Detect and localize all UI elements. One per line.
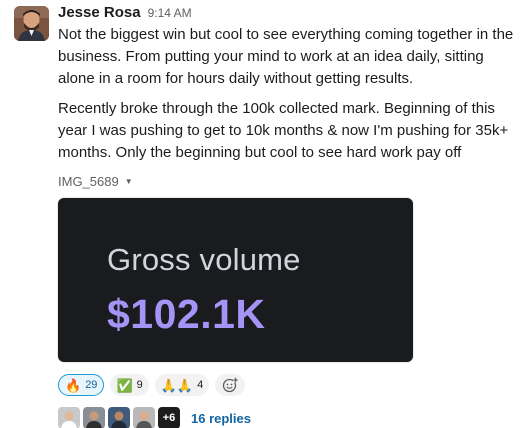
reaction-count: 9 <box>136 379 143 391</box>
author-name[interactable]: Jesse Rosa <box>58 4 141 21</box>
gross-volume-value: $102.1K <box>107 291 266 337</box>
reaction-pray[interactable]: 🙏🙏 4 <box>154 374 210 396</box>
reply-avatar-4[interactable] <box>133 407 155 428</box>
message-timestamp[interactable]: 9:14 AM <box>148 6 192 20</box>
reaction-fire[interactable]: 🔥 29 <box>58 374 105 396</box>
reply-avatar-1[interactable] <box>58 407 80 428</box>
add-emoji-icon <box>223 377 239 393</box>
author-avatar-image <box>14 6 49 41</box>
more-participants-badge[interactable]: +6 <box>158 407 180 428</box>
message-paragraph-1: Not the biggest win but cool to see ever… <box>58 26 514 87</box>
reaction-check[interactable]: ✅ 9 <box>110 374 149 396</box>
author-avatar[interactable] <box>14 6 49 41</box>
reaction-count: 4 <box>197 379 204 391</box>
message-content: Jesse Rosa 9:14 AM Not the biggest win b… <box>58 4 520 428</box>
thread-summary[interactable]: +6 16 replies <box>58 406 520 428</box>
fire-icon: 🔥 <box>65 377 82 393</box>
attachment-image[interactable]: Gross volume $102.1K <box>58 198 413 362</box>
check-mark-icon: ✅ <box>116 377 133 393</box>
add-reaction-button[interactable] <box>215 374 246 396</box>
reactions-bar: 🔥 29 ✅ 9 🙏🙏 4 <box>58 373 520 397</box>
gross-volume-label: Gross volume <box>107 242 301 277</box>
reply-avatar-3[interactable] <box>108 407 130 428</box>
reply-avatar-2[interactable] <box>83 407 105 428</box>
message: Jesse Rosa 9:14 AM Not the biggest win b… <box>0 0 524 428</box>
message-header: Jesse Rosa 9:14 AM <box>58 4 520 24</box>
pray-icon: 🙏🙏 <box>160 377 194 393</box>
reaction-count: 29 <box>85 379 98 391</box>
attachment-file-name[interactable]: IMG_5689 <box>58 174 119 189</box>
message-paragraph-2: Recently broke through the 100k collecte… <box>58 100 509 161</box>
attachment-header[interactable]: IMG_5689 ▼ <box>58 172 520 190</box>
caret-down-icon[interactable]: ▼ <box>125 177 133 186</box>
replies-link[interactable]: 16 replies <box>191 411 251 426</box>
